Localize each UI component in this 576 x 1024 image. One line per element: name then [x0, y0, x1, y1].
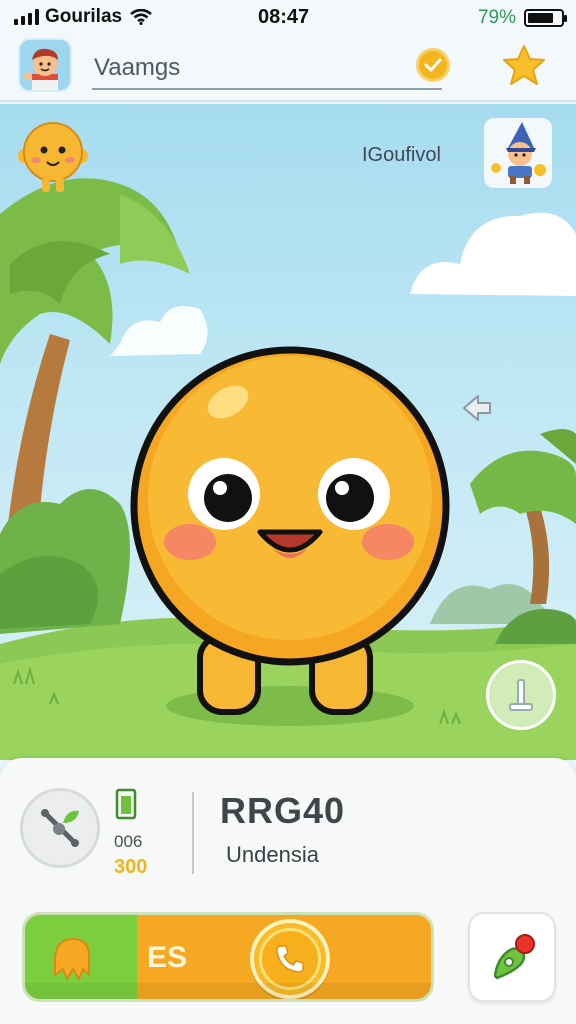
clock: 08:47: [258, 6, 310, 28]
info-button[interactable]: [486, 660, 556, 730]
mini-character-icon[interactable]: [14, 116, 92, 196]
battery-stat-icon: [115, 788, 137, 820]
main-character[interactable]: [128, 336, 452, 726]
game-scene: IGoufivol: [0, 104, 576, 760]
carrier-name: Gourilas: [45, 6, 123, 27]
map-pin-button[interactable]: [468, 912, 556, 1002]
action-bar[interactable]: ES: [22, 912, 434, 1002]
battery-icon: [524, 9, 567, 27]
battery-percent: 79%: [477, 7, 516, 28]
squid-icon: [54, 938, 91, 980]
check-button[interactable]: [416, 48, 450, 82]
call-button[interactable]: [250, 919, 330, 999]
back-arrow-icon[interactable]: [460, 390, 496, 426]
wifi-icon: [130, 9, 152, 25]
app-header: Vaamgs: [0, 34, 576, 102]
profile-avatar[interactable]: [18, 38, 72, 92]
check-icon: [424, 58, 442, 72]
status-bar: Gourilas 08:47 79%: [0, 0, 576, 34]
call-button-inner: [259, 928, 321, 990]
star-icon[interactable]: [500, 42, 548, 90]
battery-fill: [528, 13, 554, 23]
item-code: RRG40: [220, 790, 346, 831]
title-field[interactable]: Vaamgs: [92, 44, 442, 90]
action-label: ES: [147, 941, 188, 974]
bottom-panel: 006 300 RRG40 Undensia ES: [0, 758, 576, 1024]
signal-icon: [14, 9, 39, 25]
tool-button[interactable]: [20, 788, 100, 868]
opponent-name: IGoufivol: [362, 144, 441, 166]
pin-icon: [509, 679, 533, 711]
stat-value-a: 006: [114, 832, 143, 851]
title-text: Vaamgs: [94, 54, 181, 81]
boy-avatar-icon: [20, 40, 70, 90]
divider: [192, 792, 194, 874]
wizard-avatar-icon[interactable]: [484, 118, 552, 188]
wrench-leaf-icon: [41, 809, 79, 847]
item-subtitle: Undensia: [226, 842, 319, 867]
phone-icon: [276, 945, 304, 973]
map-pin-icon: [493, 934, 535, 980]
stat-value-b: 300: [114, 856, 148, 878]
